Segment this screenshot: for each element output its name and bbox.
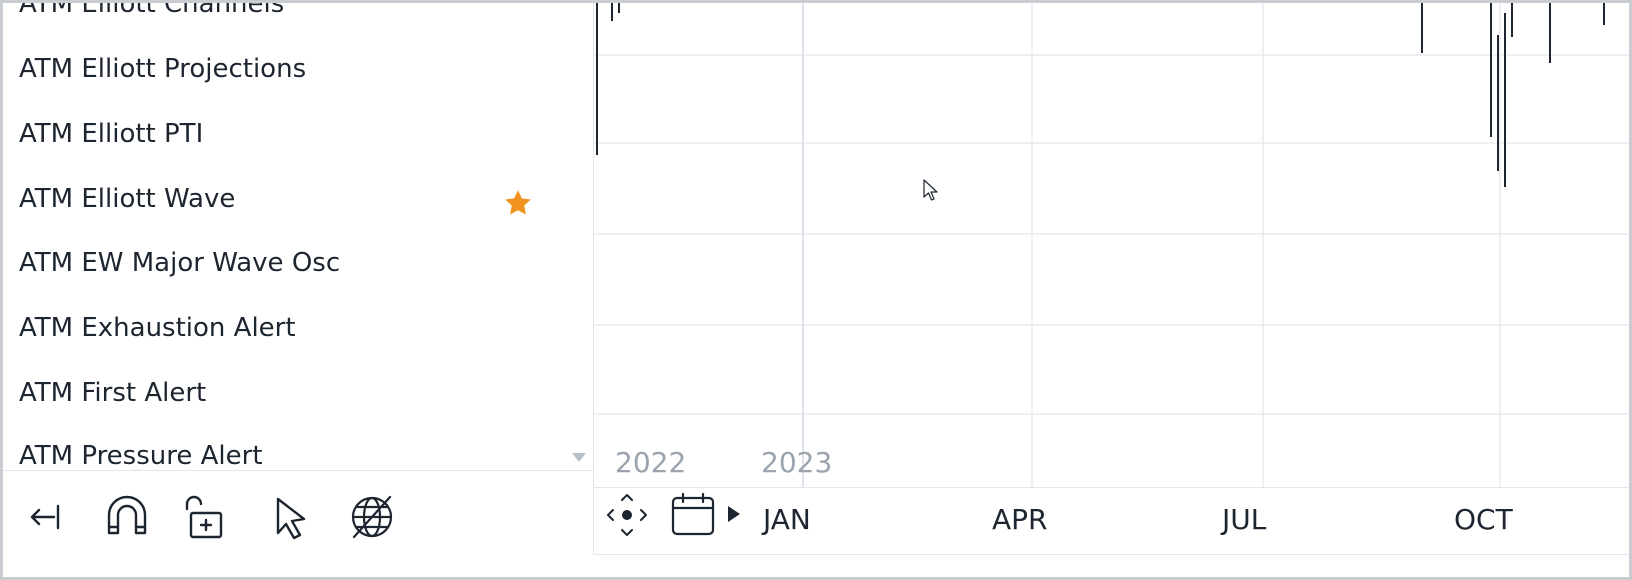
month-label: OCT	[1454, 503, 1513, 536]
indicator-list[interactable]: ATM Elliott Channels ATM Elliott Project…	[3, 3, 594, 471]
list-item[interactable]: ATM EW Major Wave Osc	[19, 248, 340, 278]
pan-button[interactable]	[605, 491, 649, 539]
favorite-star-icon[interactable]	[503, 188, 533, 218]
move-arrows-icon	[607, 494, 647, 536]
month-label: APR	[992, 503, 1048, 536]
mouse-cursor-icon	[923, 179, 938, 201]
calendar-button[interactable]	[671, 492, 715, 536]
gridlines	[594, 3, 1629, 487]
list-item[interactable]: ATM Exhaustion Alert	[19, 313, 296, 343]
list-item[interactable]: ATM First Alert	[19, 378, 206, 408]
globe-toggle-button[interactable]	[348, 493, 396, 541]
list-item[interactable]: ATM Elliott Wave	[19, 184, 235, 214]
collapse-left-button[interactable]	[20, 493, 68, 541]
magnet-icon	[107, 495, 147, 535]
magnet-button[interactable]	[103, 493, 151, 541]
price-chart[interactable]	[594, 3, 1632, 487]
chart-area[interactable]	[594, 3, 1632, 487]
year-label: 2023	[761, 446, 833, 479]
price-bars	[596, 3, 1605, 187]
list-item[interactable]: ATM Elliott Channels	[19, 3, 284, 19]
play-icon	[728, 506, 740, 522]
lock-add-button[interactable]	[183, 493, 231, 541]
pointer-icon	[276, 497, 306, 540]
play-button[interactable]	[727, 505, 741, 523]
list-item[interactable]: ATM Pressure Alert	[19, 441, 263, 471]
drawing-toolbar	[3, 471, 594, 577]
unlock-add-icon	[185, 495, 223, 539]
globe-off-icon	[351, 495, 393, 539]
month-label: JUL	[1222, 503, 1267, 536]
app-window: ATM Elliott Channels ATM Elliott Project…	[0, 0, 1632, 580]
calendar-icon	[671, 492, 715, 536]
list-item[interactable]: ATM Elliott PTI	[19, 119, 203, 149]
scroll-down-icon[interactable]	[572, 453, 586, 462]
month-label: JAN	[763, 503, 811, 536]
list-item[interactable]: ATM Elliott Projections	[19, 54, 306, 84]
collapse-left-icon	[30, 504, 60, 530]
divider	[594, 554, 1629, 555]
pointer-button[interactable]	[268, 493, 316, 541]
year-label: 2022	[615, 446, 687, 479]
